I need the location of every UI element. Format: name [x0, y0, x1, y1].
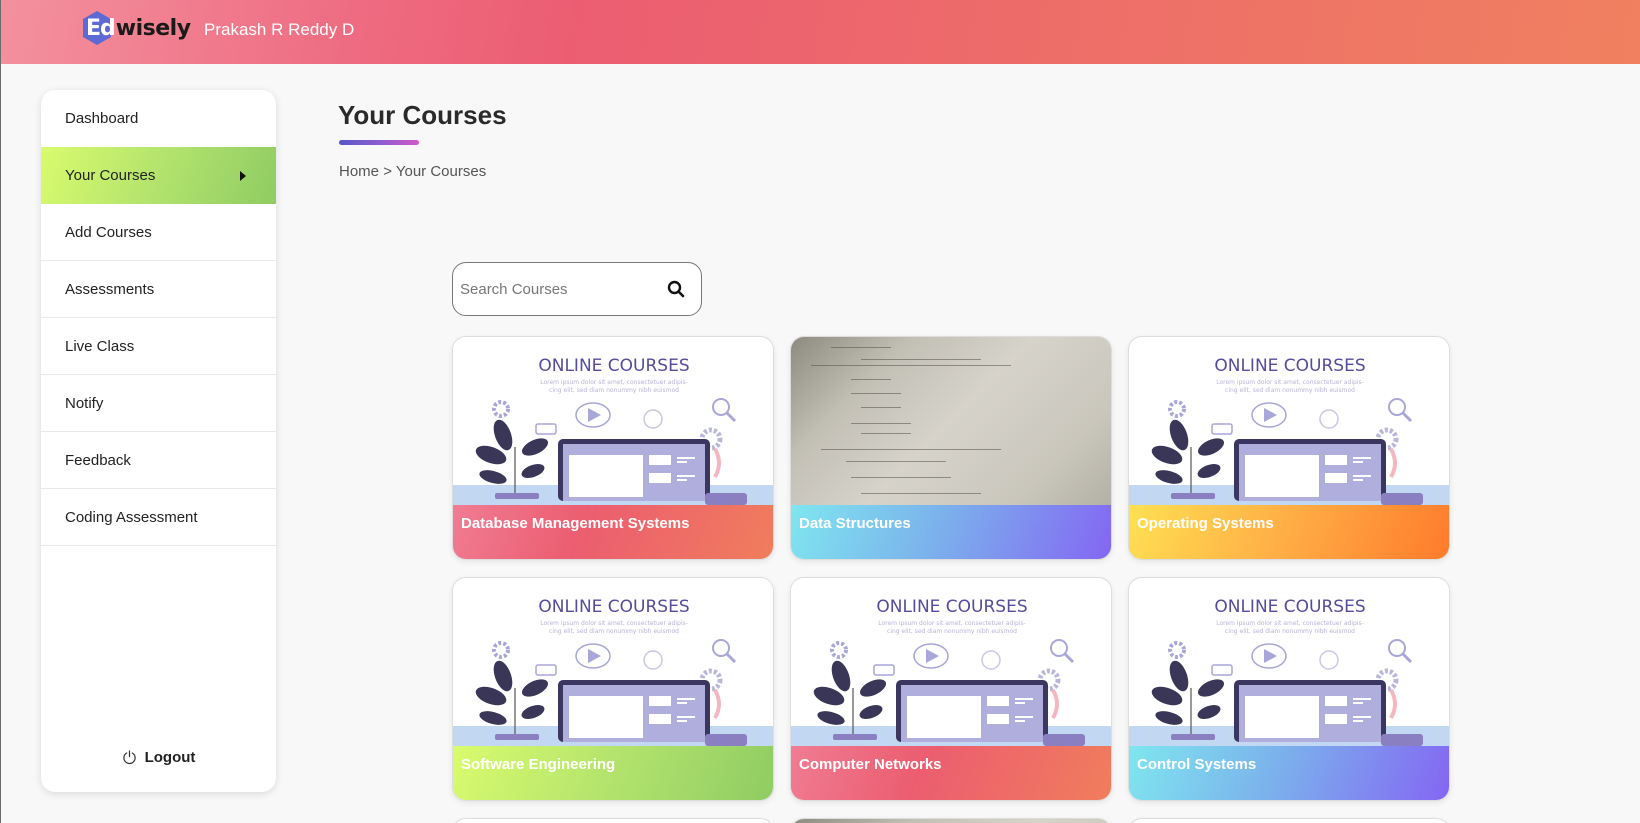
handwritten-notes-photo [791, 819, 1111, 823]
handwriting-stroke [851, 423, 911, 424]
handwritten-notes-photo [791, 337, 1111, 505]
handwriting-stroke [811, 365, 1011, 366]
page-title: Your Courses [338, 100, 507, 130]
sidebar-item-label: Live Class [65, 337, 135, 355]
course-card[interactable]: ONLINE COURSES Lorem ipsum dolor sit ame… [1128, 577, 1450, 801]
sidebar-item-label: Your Courses [65, 167, 156, 184]
illustration-text: ONLINE COURSES [538, 597, 689, 617]
search-box [452, 262, 702, 316]
illustration-text: cing elit, sed diam nonummy nibh euismod [549, 628, 679, 635]
handwriting-stroke [851, 393, 901, 394]
title-underline [339, 140, 419, 145]
handwriting-stroke [861, 407, 901, 408]
breadcrumb-separator: > [383, 163, 392, 180]
illustration-text: cing elit, sed diam nonummy nibh euismod [549, 387, 679, 394]
course-thumbnail: ONLINE COURSES Lorem ipsum dolor sit ame… [791, 578, 1111, 746]
course-card[interactable]: ONLINE COURSES Lorem ipsum dolor sit ame… [1128, 336, 1450, 560]
power-icon [122, 750, 136, 765]
sidebar-item-dashboard[interactable]: Dashboard [41, 90, 276, 147]
handwriting-stroke [846, 461, 946, 462]
sidebar-item-feedback[interactable]: Feedback [41, 432, 276, 489]
handwriting-stroke [861, 433, 911, 434]
handwriting-stroke [861, 359, 981, 360]
illustration-text: Lorem ipsum dolor sit amet, consectetuer… [1216, 620, 1364, 627]
sidebar-item-coding-assessment[interactable]: Coding Assessment [41, 489, 276, 546]
sidebar-item-label: Assessments [65, 280, 155, 298]
sidebar-item-label: Dashboard [65, 110, 139, 127]
course-title: Database Management Systems [453, 505, 773, 559]
illustration-text: cing elit, sed diam nonummy nibh euismod [1225, 628, 1355, 635]
breadcrumb-current: Your Courses [395, 163, 487, 180]
handwriting-stroke [831, 347, 891, 348]
course-thumbnail: ONLINE COURSES Lorem ipsum dolor sit ame… [1129, 578, 1449, 746]
course-card[interactable]: ONLINE COURSES Lorem ipsum dolor sit ame… [790, 577, 1112, 801]
sidebar-item-label: Feedback [65, 451, 131, 469]
logo-text-prefix: Ed [86, 15, 116, 41]
breadcrumb: Home > Your Courses [339, 163, 486, 180]
breadcrumb-home[interactable]: Home [339, 163, 379, 180]
course-card[interactable]: ONLINE COURSES Lorem ipsum dolor sit ame… [452, 818, 774, 823]
online-courses-illustration: ONLINE COURSES Lorem ipsum dolor sit ame… [1129, 819, 1449, 823]
course-thumbnail: ONLINE COURSES Lorem ipsum dolor sit ame… [453, 819, 773, 823]
illustration-text: Lorem ipsum dolor sit amet, consectetuer… [540, 379, 688, 386]
online-courses-illustration: ONLINE COURSES Lorem ipsum dolor sit ame… [1129, 337, 1449, 505]
sidebar-item-live-class[interactable]: Live Class [41, 318, 276, 375]
course-title: Data Structures [791, 505, 1111, 559]
illustration-text: ONLINE COURSES [1214, 356, 1365, 376]
top-bar: Ed wisely Prakash R Reddy D [1, 0, 1640, 64]
illustration-text: ONLINE COURSES [1214, 597, 1365, 617]
illustration-text: cing elit, sed diam nonummy nibh euismod [887, 628, 1017, 635]
logout-label: Logout [144, 749, 196, 766]
illustration-text: Lorem ipsum dolor sit amet, consectetuer… [1216, 379, 1364, 386]
sidebar-item-notify[interactable]: Notify [41, 375, 276, 432]
caret-right-icon [240, 170, 246, 181]
online-courses-illustration: ONLINE COURSES Lorem ipsum dolor sit ame… [1129, 578, 1449, 746]
search-input[interactable] [453, 280, 653, 298]
sidebar-item-add-courses[interactable]: Add Courses [41, 204, 276, 261]
illustration-text: Lorem ipsum dolor sit amet, consectetuer… [878, 620, 1026, 627]
illustration-text: ONLINE COURSES [538, 356, 689, 376]
illustration-text: cing elit, sed diam nonummy nibh euismod [1225, 387, 1355, 394]
course-card[interactable]: ONLINE COURSES Lorem ipsum dolor sit ame… [452, 577, 774, 801]
course-thumbnail: ONLINE COURSES Lorem ipsum dolor sit ame… [453, 337, 773, 505]
illustration-text: ONLINE COURSES [876, 597, 1027, 617]
course-card[interactable]: ONLINE COURSES Lorem ipsum dolor sit ame… [452, 336, 774, 560]
online-courses-illustration: ONLINE COURSES Lorem ipsum dolor sit ame… [453, 819, 773, 823]
sidebar-item-label: Coding Assessment [65, 508, 198, 526]
online-courses-illustration: ONLINE COURSES Lorem ipsum dolor sit ame… [791, 578, 1111, 746]
course-thumbnail: ONLINE COURSES Lorem ipsum dolor sit ame… [1129, 819, 1449, 823]
course-card[interactable] [790, 818, 1112, 823]
sidebar-item-your-courses[interactable]: Your Courses [41, 147, 276, 204]
handwriting-stroke [851, 477, 951, 478]
course-card[interactable]: ONLINE COURSES Lorem ipsum dolor sit ame… [1128, 818, 1450, 823]
handwriting-stroke [821, 449, 1001, 450]
course-thumbnail [791, 819, 1111, 823]
course-title: Control Systems [1129, 746, 1449, 800]
sidebar: Dashboard Your Courses Add Courses Asses… [41, 90, 276, 792]
course-title: Software Engineering [453, 746, 773, 800]
course-thumbnail [791, 337, 1111, 505]
handwriting-stroke [851, 379, 891, 380]
illustration-text: Lorem ipsum dolor sit amet, consectetuer… [540, 620, 688, 627]
sidebar-item-label: Notify [65, 394, 104, 412]
sidebar-item-assessments[interactable]: Assessments [41, 261, 276, 318]
course-thumbnail: ONLINE COURSES Lorem ipsum dolor sit ame… [1129, 337, 1449, 505]
search-icon[interactable] [667, 280, 685, 298]
course-thumbnail: ONLINE COURSES Lorem ipsum dolor sit ame… [453, 578, 773, 746]
logout-button[interactable]: Logout [41, 749, 276, 766]
course-title: Operating Systems [1129, 505, 1449, 559]
edwisely-logo[interactable]: Ed wisely [82, 10, 191, 46]
online-courses-illustration: ONLINE COURSES Lorem ipsum dolor sit ame… [453, 578, 773, 746]
online-courses-illustration: ONLINE COURSES Lorem ipsum dolor sit ame… [453, 337, 773, 505]
handwriting-stroke [861, 493, 981, 494]
sidebar-item-label: Add Courses [65, 223, 152, 241]
course-title: Computer Networks [791, 746, 1111, 800]
user-name[interactable]: Prakash R Reddy D [204, 20, 354, 40]
logo-text-suffix: wisely [115, 15, 191, 41]
course-card[interactable]: Data Structures [790, 336, 1112, 560]
